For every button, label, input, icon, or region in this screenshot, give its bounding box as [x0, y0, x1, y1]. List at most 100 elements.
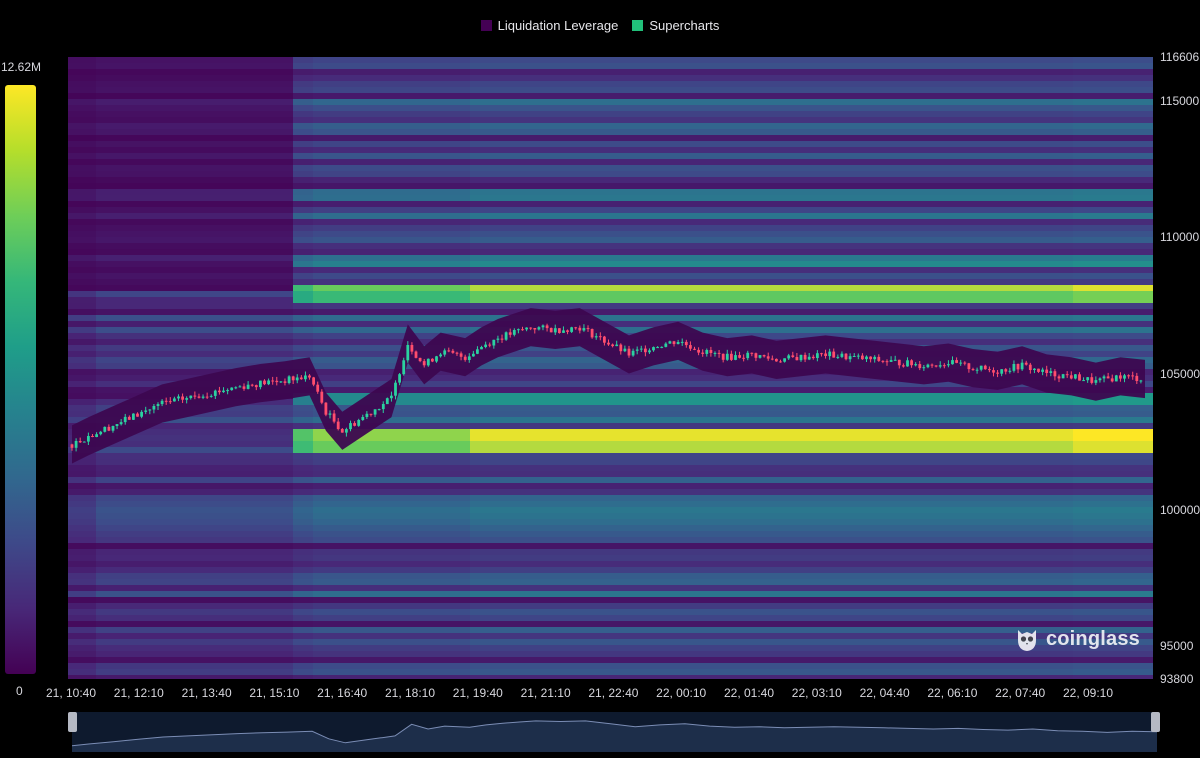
heatmap-cell [313, 327, 470, 333]
candle-body [615, 344, 619, 347]
candle-body [832, 351, 836, 358]
heatmap-cell [68, 285, 96, 291]
heatmap-cell [293, 165, 313, 171]
candle-body [897, 359, 901, 366]
heatmap-cell [470, 549, 1073, 555]
heatmap-cell [1073, 165, 1153, 171]
heatmap-cell [470, 171, 1073, 177]
candle-body [160, 400, 164, 405]
heatmap-cell [68, 561, 96, 567]
candle-body [930, 364, 934, 366]
heatmap-cell [470, 225, 1073, 231]
candle-body [754, 353, 758, 358]
heatmap-cell [470, 135, 1073, 141]
candle-body [951, 360, 954, 365]
heatmap-cell [96, 591, 293, 597]
candle-body [267, 380, 270, 385]
heatmap-cell [68, 63, 96, 69]
x-tick-label: 21, 18:10 [384, 686, 436, 700]
heatmap-cell [96, 525, 293, 531]
heatmap-cell [293, 435, 313, 441]
y-tick-label: 93800 [1160, 672, 1194, 686]
heatmap-svg [68, 57, 1153, 681]
heatmap-cell [470, 87, 1073, 93]
time-navigator[interactable] [71, 712, 1158, 752]
colorbar-max-label: 12.62M [1, 60, 42, 74]
candle-body [689, 345, 692, 349]
heatmap-cell [293, 117, 313, 123]
legend-item-liquidation-leverage[interactable]: Liquidation Leverage [480, 18, 618, 33]
candle-body [828, 351, 832, 357]
candle-body [762, 355, 766, 357]
x-tick-label: 21, 13:40 [181, 686, 232, 700]
heatmap-cell [68, 99, 96, 105]
heatmap-cell [293, 207, 313, 213]
heatmap-cell [313, 255, 470, 261]
candle-body [766, 356, 770, 359]
heatmap-cell [96, 57, 293, 63]
candle-body [672, 341, 676, 345]
heatmap-cell [96, 501, 293, 507]
heatmap-cell [293, 153, 313, 159]
heatmap-cell [96, 507, 293, 513]
heatmap-plot-area[interactable] [68, 57, 1153, 681]
candle-body [963, 362, 967, 364]
heatmap-cell [313, 135, 470, 141]
heatmap-cell [96, 543, 293, 549]
heatmap-cell [68, 105, 96, 111]
heatmap-cell [1073, 489, 1153, 495]
heatmap-cell [313, 585, 470, 591]
candle-body [299, 377, 303, 380]
candle-body [193, 395, 197, 397]
heatmap-cell [293, 189, 313, 195]
heatmap-cell [96, 471, 293, 477]
heatmap-cell [1073, 453, 1153, 459]
heatmap-cell [293, 471, 313, 477]
navigator-left-handle[interactable] [68, 712, 77, 732]
heatmap-cell [470, 525, 1073, 531]
candle-body [836, 356, 840, 358]
candle-body [582, 328, 586, 331]
heatmap-cell [96, 627, 293, 633]
candle-body [349, 423, 352, 430]
heatmap-cell [470, 591, 1073, 597]
candle-body [82, 441, 86, 443]
candle-body [226, 390, 229, 392]
heatmap-cell [96, 123, 293, 129]
heatmap-cell [1073, 195, 1153, 201]
heatmap-cell [68, 495, 96, 501]
navigator-right-handle[interactable] [1151, 712, 1160, 732]
heatmap-cell [96, 453, 293, 459]
heatmap-cell [1073, 513, 1153, 519]
heatmap-cell [293, 417, 313, 423]
heatmap-cell [1073, 321, 1153, 327]
heatmap-cell [313, 75, 470, 81]
heatmap-cell [313, 627, 470, 633]
heatmap-cell [313, 315, 470, 321]
candle-body [99, 431, 103, 435]
heatmap-cell [293, 345, 313, 351]
heatmap-cell [313, 243, 470, 249]
heatmap-cell [1073, 171, 1153, 177]
candle-body [873, 356, 877, 360]
heatmap-cell [293, 663, 313, 669]
heatmap-cell [293, 675, 313, 681]
heatmap-cell [1073, 333, 1153, 339]
heatmap-cell [1073, 93, 1153, 99]
candle-body [70, 444, 74, 448]
legend-item-supercharts[interactable]: Supercharts [632, 18, 719, 33]
heatmap-cell [96, 459, 293, 465]
heatmap-cell [293, 261, 313, 267]
candle-body [750, 352, 754, 354]
heatmap-cell [293, 123, 313, 129]
heatmap-cell [68, 645, 96, 651]
heatmap-cell [313, 651, 470, 657]
heatmap-cell [68, 531, 96, 537]
heatmap-cell [293, 57, 313, 63]
heatmap-cell [96, 171, 293, 177]
heatmap-cell [313, 99, 470, 105]
candle-body [373, 409, 377, 415]
candle-body [627, 348, 631, 356]
x-tick-label: 22, 09:10 [1062, 686, 1114, 700]
candle-body [328, 413, 332, 415]
